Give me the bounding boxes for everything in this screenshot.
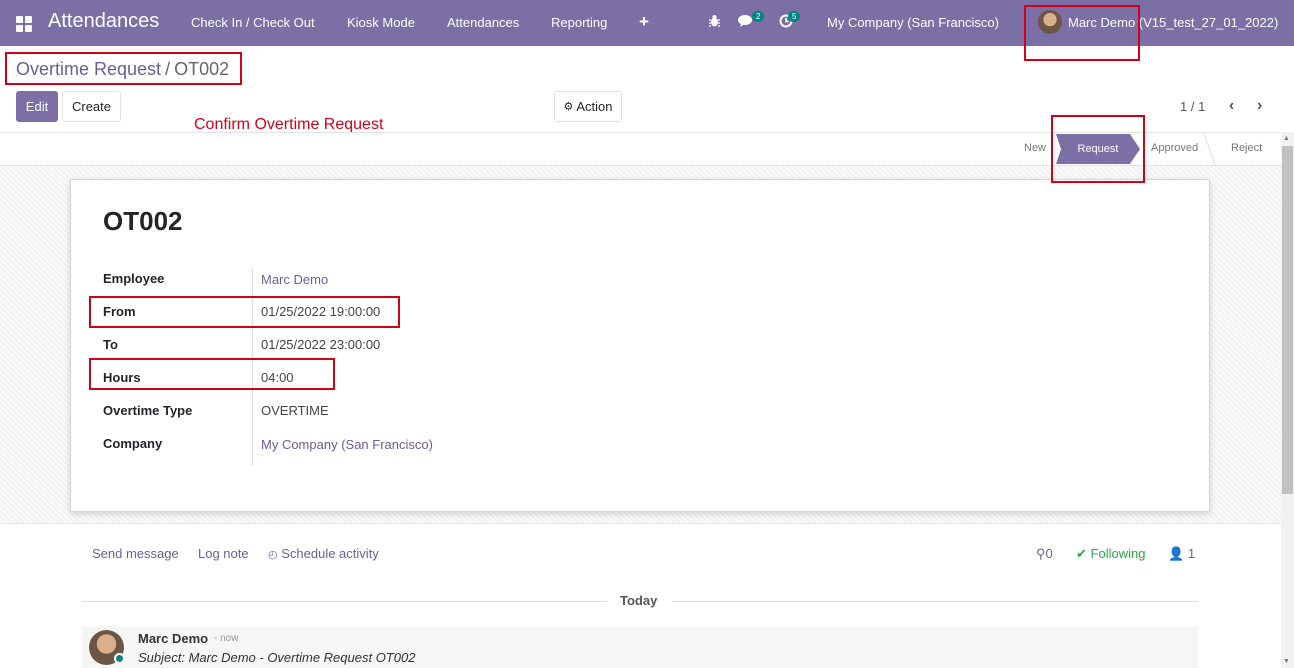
- company-switcher[interactable]: My Company (San Francisco): [827, 15, 999, 30]
- create-button[interactable]: Create: [62, 91, 121, 122]
- breadcrumb-parent[interactable]: Overtime Request: [16, 59, 161, 79]
- log-note-button[interactable]: Log note: [198, 546, 249, 561]
- message-time: - now: [214, 633, 239, 644]
- attachments-button[interactable]: ⚲0: [1036, 546, 1053, 562]
- hours-label: Hours: [103, 370, 141, 385]
- menu-reporting[interactable]: Reporting: [551, 15, 607, 30]
- from-value: 01/25/2022 19:00:00: [261, 304, 381, 319]
- status-bar: New Request Approved Reject: [0, 132, 1281, 166]
- scroll-up-icon[interactable]: ▲: [1283, 135, 1290, 142]
- followers-button[interactable]: 👤 1: [1168, 546, 1195, 562]
- menu-kiosk-mode[interactable]: Kiosk Mode: [347, 15, 415, 30]
- company-value[interactable]: My Company (San Francisco): [261, 437, 433, 452]
- attachments-count: 0: [1045, 546, 1053, 561]
- user-avatar[interactable]: [1038, 10, 1062, 34]
- breadcrumb: Overtime Request / OT002: [16, 59, 229, 80]
- breadcrumb-separator: /: [165, 59, 171, 79]
- stage-reject[interactable]: Reject: [1231, 142, 1262, 154]
- record-title: OT002: [103, 206, 183, 236]
- followers-count: 1: [1187, 546, 1196, 561]
- menu-plus-icon[interactable]: +: [639, 12, 649, 32]
- debug-bug-icon[interactable]: [708, 14, 721, 31]
- following-button[interactable]: ✔ Following: [1076, 546, 1145, 562]
- from-label: From: [103, 304, 136, 319]
- employee-value[interactable]: Marc Demo: [261, 272, 328, 287]
- message-subject: Subject: Marc Demo - Overtime Request OT…: [138, 650, 416, 665]
- today-divider-right: [672, 601, 1198, 602]
- form-sheet: OT002 Employee Marc Demo From 01/25/2022…: [70, 179, 1210, 512]
- hours-value: 04:00: [261, 370, 294, 385]
- today-separator: Today: [620, 593, 658, 608]
- stage-new[interactable]: New: [1024, 142, 1046, 154]
- stage-request-active[interactable]: Request: [1056, 134, 1140, 164]
- overtime-type-value: OVERTIME: [261, 403, 329, 418]
- pager-value[interactable]: 1 / 1: [1180, 99, 1205, 114]
- check-icon: ✔: [1076, 546, 1087, 561]
- company-label: Company: [103, 436, 163, 451]
- online-status-icon: [114, 653, 125, 664]
- apps-menu-icon[interactable]: [16, 16, 32, 32]
- schedule-activity-button[interactable]: ◴ Schedule activity: [268, 546, 379, 561]
- action-button[interactable]: ⚙ Action: [554, 91, 622, 122]
- to-label: To: [103, 337, 118, 352]
- paperclip-icon: ⚲: [1036, 546, 1046, 561]
- following-label: Following: [1090, 546, 1146, 561]
- scrollbar-thumb[interactable]: [1282, 146, 1293, 494]
- pager-previous-icon[interactable]: ‹: [1229, 97, 1234, 115]
- schedule-activity-label: Schedule activity: [281, 546, 379, 561]
- app-title[interactable]: Attendances: [48, 10, 159, 33]
- action-label: Action: [576, 99, 613, 114]
- top-navbar: Attendances Check In / Check Out Kiosk M…: [0, 0, 1294, 46]
- scroll-down-icon[interactable]: ▼: [1283, 658, 1290, 665]
- pager-next-icon[interactable]: ›: [1257, 97, 1262, 115]
- field-divider: [252, 268, 253, 466]
- user-icon: 👤: [1168, 546, 1185, 561]
- breadcrumb-current: OT002: [174, 59, 230, 79]
- employee-label: Employee: [103, 271, 165, 286]
- menu-attendances[interactable]: Attendances: [447, 15, 519, 30]
- activities-badge: 5: [788, 11, 801, 22]
- clock-icon: ◴: [268, 549, 278, 561]
- edit-button[interactable]: Edit: [16, 91, 58, 122]
- to-value: 01/25/2022 23:00:00: [261, 337, 381, 352]
- message-author[interactable]: Marc Demo: [138, 631, 208, 646]
- today-divider-left: [82, 601, 607, 602]
- stage-approved[interactable]: Approved: [1151, 142, 1198, 154]
- messages-badge: 2: [752, 11, 765, 22]
- menu-check-in-out[interactable]: Check In / Check Out: [191, 15, 315, 30]
- user-menu[interactable]: Marc Demo (V15_test_27_01_2022): [1068, 15, 1278, 30]
- overtime-type-label: Overtime Type: [103, 403, 193, 418]
- gear-icon: ⚙: [563, 101, 574, 113]
- send-message-button[interactable]: Send message: [92, 546, 179, 561]
